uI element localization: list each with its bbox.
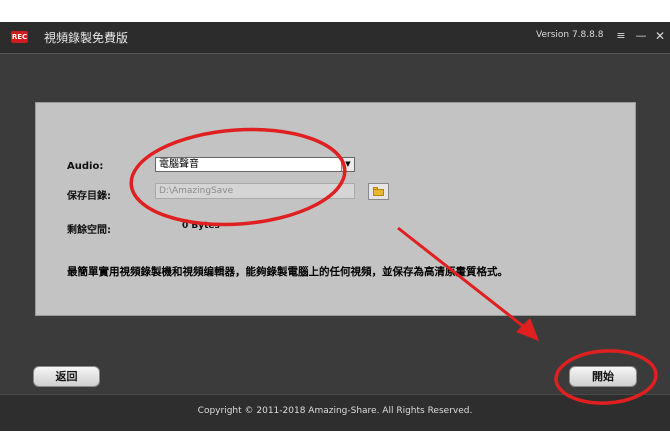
rec-logo-icon: REC [11,31,28,43]
start-button[interactable]: 開始 [569,366,637,387]
free-space-label: 剩餘空間: [67,225,111,236]
footer-bar: Copyright © 2011-2018 Amazing-Share. All… [0,394,670,431]
save-directory-label: 保存目錄: [67,191,111,202]
product-description: 最簡單實用視頻錄製機和視頻编輯器，能夠錄製電腦上的任何視頻，並保存為高清原畫質格… [67,266,508,278]
back-button[interactable]: 返回 [33,366,100,387]
audio-select-value: 電腦聲音 [159,159,199,170]
version-label: Version 7.8.8.8 [536,30,604,40]
menu-icon[interactable]: ≡ [614,27,628,45]
save-directory-field[interactable]: D:\AmazingSave [155,183,355,199]
dropdown-arrow-icon[interactable]: ▼ [341,158,354,171]
copyright-text: Copyright © 2011-2018 Amazing-Share. All… [197,406,473,416]
audio-label: Audio: [67,161,104,172]
close-icon[interactable]: ✕ [653,27,667,45]
free-space-value: 0 Bytes [182,221,220,231]
audio-select[interactable]: 電腦聲音 ▼ [155,157,355,172]
folder-icon [373,189,384,196]
settings-panel: Audio: 電腦聲音 ▼ 保存目錄: D:\AmazingSave 剩餘空間:… [35,102,636,316]
title-bar: REC 視頻錄製免費版 Version 7.8.8.8 ≡ — ✕ [0,22,670,54]
minimize-icon[interactable]: — [634,27,648,45]
browse-folder-button[interactable] [368,183,389,200]
app-title: 視頻錄製免費版 [44,31,129,45]
app-window: REC 視頻錄製免費版 Version 7.8.8.8 ≡ — ✕ Audio:… [0,22,670,431]
